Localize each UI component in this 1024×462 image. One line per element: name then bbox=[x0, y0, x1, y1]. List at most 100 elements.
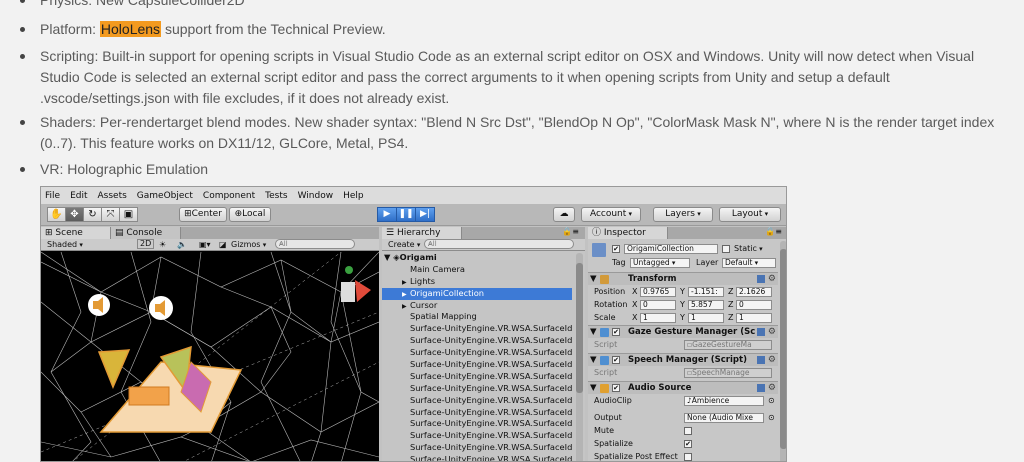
account-dropdown[interactable]: Account bbox=[581, 207, 641, 222]
axis-z-label[interactable]: Z bbox=[728, 312, 733, 323]
gizmos-dropdown[interactable]: Gizmos bbox=[231, 239, 266, 251]
scrollbar-thumb[interactable] bbox=[576, 263, 583, 393]
hand-tool-icon[interactable]: ✋ bbox=[47, 207, 66, 222]
layer-dropdown[interactable]: Default bbox=[722, 258, 776, 268]
rect-tool-icon[interactable]: ▣ bbox=[119, 207, 138, 222]
object-picker-icon[interactable]: ⊙ bbox=[768, 412, 775, 423]
space-toggle[interactable]: ⊕Local bbox=[229, 207, 271, 222]
position-y-field[interactable]: -1.151: bbox=[688, 287, 724, 297]
scale-x-field[interactable]: 1 bbox=[640, 313, 676, 323]
transform-header[interactable]: ▼ Transform ⚙ bbox=[588, 272, 778, 285]
axis-x-label[interactable]: X bbox=[632, 299, 637, 310]
hierarchy-item[interactable]: Surface-UnityEngine.VR.WSA.SurfaceId bbox=[382, 359, 572, 371]
menu-gameobject[interactable]: GameObject bbox=[137, 191, 193, 201]
audio-source-header[interactable]: ▼ ✔ Audio Source ⚙ bbox=[588, 381, 778, 394]
object-name-input[interactable]: OrigamiCollection bbox=[624, 244, 718, 254]
hierarchy-item[interactable]: Surface-UnityEngine.VR.WSA.SurfaceId bbox=[382, 454, 572, 461]
play-icon[interactable]: ▶ bbox=[377, 207, 397, 222]
mode-2d-toggle[interactable]: 2D bbox=[137, 239, 155, 249]
scene-viewport[interactable] bbox=[41, 252, 379, 461]
speech-manager-header[interactable]: ▼ ✔ Speech Manager (Script) ⚙ bbox=[588, 353, 778, 366]
help-book-icon[interactable] bbox=[757, 384, 765, 392]
audio-icon[interactable]: 🔈 bbox=[177, 239, 187, 250]
component-enabled-checkbox[interactable]: ✔ bbox=[612, 356, 620, 364]
hierarchy-scrollbar[interactable] bbox=[576, 253, 583, 461]
gear-icon[interactable]: ⚙ bbox=[768, 354, 776, 366]
gaze-gesture-header[interactable]: ▼ ✔ Gaze Gesture Manager (Sc ⚙ bbox=[588, 325, 778, 338]
step-icon[interactable]: ▶| bbox=[415, 207, 435, 222]
axis-y-label[interactable]: Y bbox=[680, 299, 685, 310]
hierarchy-item[interactable]: Surface-UnityEngine.VR.WSA.SurfaceId bbox=[382, 323, 572, 335]
hierarchy-item[interactable]: Surface-UnityEngine.VR.WSA.SurfaceId bbox=[382, 418, 572, 430]
spatialize-post-effects-checkbox[interactable] bbox=[684, 453, 692, 461]
gear-icon[interactable]: ⚙ bbox=[768, 382, 776, 394]
hierarchy-item[interactable]: Surface-UnityEngine.VR.WSA.SurfaceId bbox=[382, 442, 572, 454]
hierarchy-item[interactable]: Surface-UnityEngine.VR.WSA.SurfaceId bbox=[382, 335, 572, 347]
scale-y-field[interactable]: 1 bbox=[688, 313, 724, 323]
inspector-scrollbar[interactable] bbox=[780, 241, 786, 461]
rotate-tool-icon[interactable]: ↻ bbox=[83, 207, 102, 222]
menu-window[interactable]: Window bbox=[298, 191, 334, 201]
hierarchy-item[interactable]: Surface-UnityEngine.VR.WSA.SurfaceId bbox=[382, 430, 572, 442]
menu-assets[interactable]: Assets bbox=[98, 191, 127, 201]
gear-icon[interactable]: ⚙ bbox=[768, 273, 776, 285]
expand-icon[interactable]: ▶ bbox=[402, 277, 410, 289]
component-enabled-checkbox[interactable]: ✔ bbox=[612, 328, 620, 336]
menu-tests[interactable]: Tests bbox=[265, 191, 287, 201]
component-enabled-checkbox[interactable]: ✔ bbox=[612, 384, 620, 392]
scale-tool-icon[interactable]: ⤧ bbox=[101, 207, 120, 222]
rotation-x-field[interactable]: 0 bbox=[640, 300, 676, 310]
position-z-field[interactable]: 2.1626 bbox=[736, 287, 772, 297]
menu-component[interactable]: Component bbox=[203, 191, 255, 201]
hierarchy-item[interactable]: ▶ Lights bbox=[382, 276, 572, 288]
static-checkbox[interactable] bbox=[722, 245, 730, 253]
tab-scene[interactable]: ⊞ Scene bbox=[41, 227, 111, 239]
output-field[interactable]: None (Audio Mixe bbox=[684, 413, 764, 423]
help-book-icon[interactable] bbox=[757, 356, 765, 364]
rotation-z-field[interactable]: 0 bbox=[736, 300, 772, 310]
effects-icon[interactable]: ▣▾ bbox=[199, 239, 211, 250]
hierarchy-item[interactable]: Surface-UnityEngine.VR.WSA.SurfaceId bbox=[382, 383, 572, 395]
menu-file[interactable]: File bbox=[45, 191, 60, 201]
hierarchy-item[interactable]: Surface-UnityEngine.VR.WSA.SurfaceId bbox=[382, 407, 572, 419]
layers-icon[interactable]: ◪ bbox=[219, 239, 227, 250]
axis-x-label[interactable]: X bbox=[632, 286, 637, 297]
hierarchy-root[interactable]: ▼ ◈Origami bbox=[382, 252, 572, 264]
tag-dropdown[interactable]: Untagged bbox=[630, 258, 690, 268]
hierarchy-item[interactable]: ▶ OrigamiCollection bbox=[382, 287, 572, 301]
pause-icon[interactable]: ❚❚ bbox=[396, 207, 416, 222]
axis-x-label[interactable]: X bbox=[632, 312, 637, 323]
layers-dropdown[interactable]: Layers bbox=[653, 207, 713, 222]
hierarchy-search-input[interactable]: ⌕ All bbox=[424, 239, 574, 249]
hierarchy-item[interactable]: Surface-UnityEngine.VR.WSA.SurfaceId bbox=[382, 371, 572, 383]
hierarchy-item[interactable]: Main Camera bbox=[382, 264, 572, 276]
scene-search-input[interactable]: ⌕ All bbox=[275, 239, 355, 249]
scale-z-field[interactable]: 1 bbox=[736, 313, 772, 323]
static-label[interactable]: Static bbox=[734, 243, 763, 255]
pivot-toggle[interactable]: ⊞Center bbox=[179, 207, 227, 222]
hierarchy-item[interactable]: Surface-UnityEngine.VR.WSA.SurfaceId bbox=[382, 395, 572, 407]
help-book-icon[interactable] bbox=[757, 275, 765, 283]
audioclip-field[interactable]: ♪Ambience bbox=[684, 396, 764, 406]
expand-icon[interactable]: ▶ bbox=[402, 289, 410, 301]
tab-console[interactable]: ▤ Console bbox=[111, 227, 181, 239]
menu-help[interactable]: Help bbox=[343, 191, 364, 201]
shading-dropdown[interactable]: Shaded bbox=[47, 239, 83, 251]
spatialize-checkbox[interactable]: ✔ bbox=[684, 440, 692, 448]
active-checkbox[interactable]: ✔ bbox=[612, 245, 620, 253]
gear-icon[interactable]: ⚙ bbox=[768, 326, 776, 338]
axis-y-label[interactable]: Y bbox=[680, 286, 685, 297]
position-x-field[interactable]: 0.9765 bbox=[640, 287, 676, 297]
scrollbar-thumb[interactable] bbox=[780, 249, 786, 449]
tab-inspector[interactable]: ⓘ Inspector bbox=[588, 227, 668, 239]
hierarchy-item[interactable]: Spatial Mapping bbox=[382, 311, 572, 323]
cloud-button[interactable]: ☁ bbox=[553, 207, 575, 222]
tab-hierarchy[interactable]: ☰ Hierarchy bbox=[382, 227, 462, 239]
axis-z-label[interactable]: Z bbox=[728, 299, 733, 310]
hierarchy-item[interactable]: ▶ Cursor bbox=[382, 300, 572, 312]
hierarchy-item[interactable]: Surface-UnityEngine.VR.WSA.SurfaceId bbox=[382, 347, 572, 359]
lock-icon[interactable]: 🔒≡ bbox=[765, 227, 782, 236]
rotation-y-field[interactable]: 5.857 bbox=[688, 300, 724, 310]
create-dropdown[interactable]: Create bbox=[388, 239, 420, 251]
move-tool-icon[interactable]: ✥ bbox=[65, 207, 84, 222]
